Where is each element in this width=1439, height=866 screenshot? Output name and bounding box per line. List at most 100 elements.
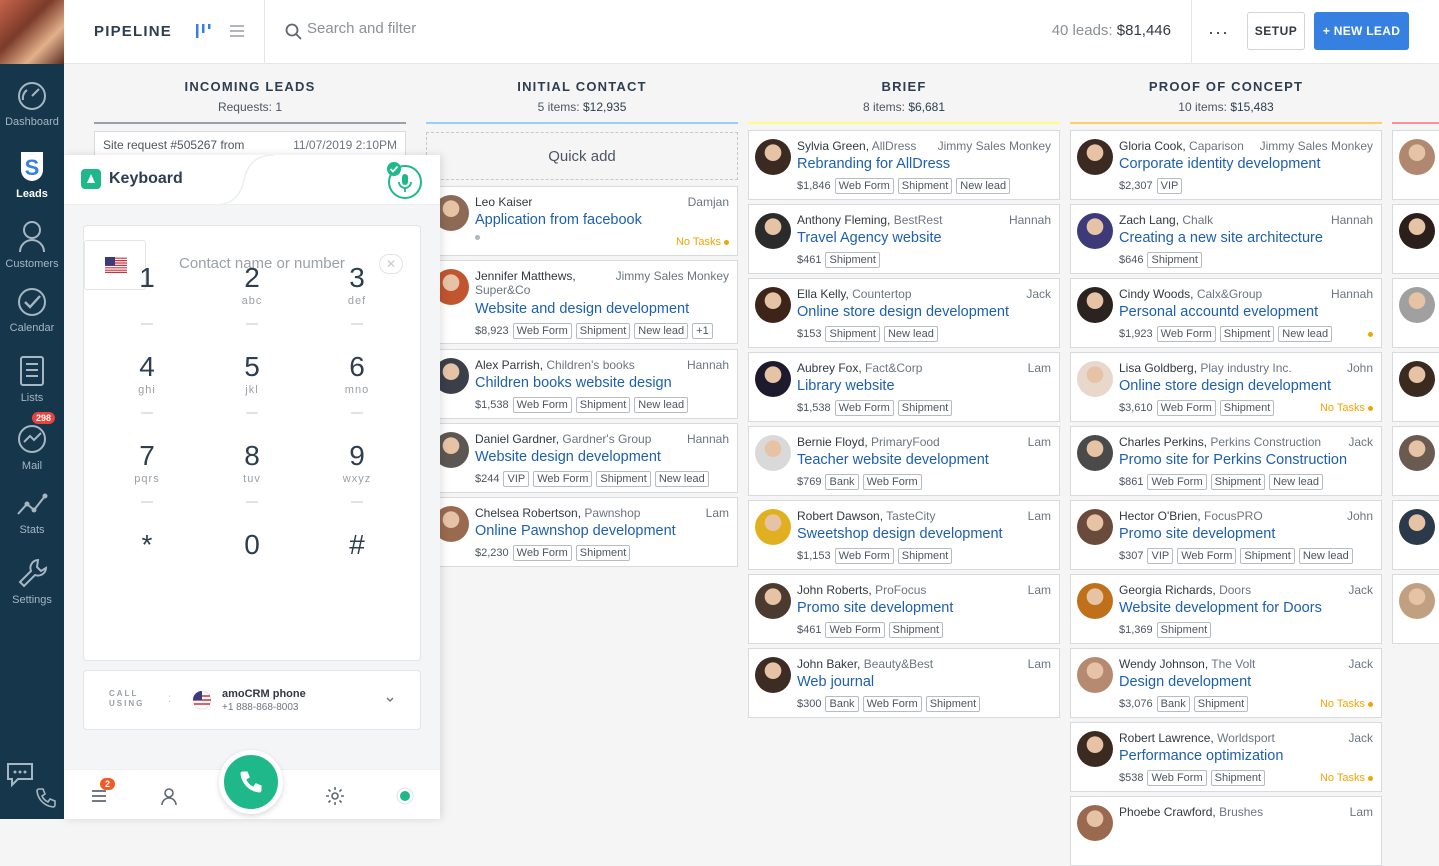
call-button[interactable]: [219, 750, 283, 814]
lead-title-link[interactable]: Library website: [797, 378, 895, 394]
tag[interactable]: Shipment: [1219, 326, 1275, 342]
lead-card[interactable]: Leo Kaiser Damjan Application from facebo…: [426, 186, 738, 256]
lead-card[interactable]: Alex Parrish, Children's books Hannah Chil…: [426, 349, 738, 419]
tag[interactable]: Shipment: [888, 622, 944, 638]
lead-card[interactable]: Georgia Richards, Doors Jack Website devel…: [1070, 574, 1382, 644]
lead-card[interactable]: Hector O'Brien, FocusPRO John Promo site d…: [1070, 500, 1382, 570]
dial-key[interactable]: 1: [107, 263, 187, 325]
lead-title-link[interactable]: Creating a new site architecture: [1119, 230, 1323, 246]
lead-title-link[interactable]: Rebranding for AllDress: [797, 156, 950, 172]
tag[interactable]: New lead: [654, 471, 709, 487]
user-avatar[interactable]: [0, 0, 64, 64]
tag[interactable]: Web Form: [512, 323, 572, 339]
tag[interactable]: Shipment: [1193, 696, 1249, 712]
tag[interactable]: Bank: [825, 696, 859, 712]
lead-card[interactable]: Daniel Gardner, Gardner's Group Hannah Web…: [426, 423, 738, 493]
tag[interactable]: Web Form: [533, 471, 593, 487]
chat-icon[interactable]: [4, 760, 36, 788]
lead-card[interactable]: John Baker, Beauty&Best Lam Web journal $30…: [748, 648, 1060, 718]
tag[interactable]: New lead: [956, 178, 1011, 194]
lead-card[interactable]: Robert Lawrence, Worldsport Jack Performan…: [1070, 722, 1382, 792]
lead-title-link[interactable]: Web journal: [797, 674, 874, 690]
lead-card[interactable]: [1392, 352, 1439, 422]
tag[interactable]: Web Form: [512, 545, 572, 561]
lead-card[interactable]: [1392, 574, 1439, 644]
tag[interactable]: Web Form: [1147, 474, 1207, 490]
dial-key[interactable]: 3 def: [317, 263, 397, 325]
phone-icon[interactable]: [34, 786, 58, 810]
tag[interactable]: VIP: [503, 471, 530, 487]
lead-title-link[interactable]: Online store design development: [1119, 378, 1331, 394]
tag[interactable]: Shipment: [1147, 252, 1202, 268]
lead-title-link[interactable]: Performance optimization: [1119, 748, 1283, 764]
dial-key[interactable]: 4 ghi: [107, 352, 187, 414]
lead-title-link[interactable]: Website design development: [475, 449, 661, 465]
tag[interactable]: Web Form: [1156, 400, 1216, 416]
lead-card[interactable]: [1392, 500, 1439, 570]
lead-title-link[interactable]: Personal accountd evelopment: [1119, 304, 1318, 320]
lead-card[interactable]: Lisa Goldberg, Play industry Inc. John Onl…: [1070, 352, 1382, 422]
gear-icon[interactable]: [325, 786, 345, 806]
lead-card[interactable]: [1392, 130, 1439, 200]
tag[interactable]: Bank: [825, 474, 859, 490]
setup-button[interactable]: SETUP: [1247, 12, 1305, 50]
lead-title-link[interactable]: Children books website design: [475, 375, 672, 391]
lead-title-link[interactable]: Travel Agency website: [797, 230, 942, 246]
new-lead-button[interactable]: + NEW LEAD: [1314, 12, 1409, 50]
tag[interactable]: Shipment: [1210, 770, 1266, 786]
lead-card[interactable]: Anthony Fleming, BestRest Hannah Travel Ag…: [748, 204, 1060, 274]
tag[interactable]: New lead: [1269, 474, 1323, 490]
tag[interactable]: VIP: [1156, 178, 1183, 194]
tag[interactable]: Shipment: [1240, 548, 1295, 564]
sidebar-item-dashboard[interactable]: Dashboard: [0, 80, 64, 146]
tag[interactable]: New lead: [634, 397, 689, 413]
lead-title-link[interactable]: Teacher website development: [797, 452, 989, 468]
tag[interactable]: New lead: [883, 326, 938, 342]
lead-title-link[interactable]: Website and design development: [475, 301, 689, 317]
tag[interactable]: Bank: [1156, 696, 1190, 712]
lead-title-link[interactable]: Online Pawnshop development: [475, 523, 676, 539]
tag[interactable]: Shipment: [596, 471, 651, 487]
status-online-icon[interactable]: [396, 787, 414, 805]
lead-card[interactable]: Chelsea Robertson, Pawnshop Lam Online Paw…: [426, 497, 738, 567]
tag[interactable]: Web Form: [1177, 548, 1237, 564]
lead-card[interactable]: Jennifer Matthews, Super&Co Jimmy Sales M…: [426, 260, 738, 344]
sidebar-item-lists[interactable]: Lists: [0, 354, 64, 420]
tag[interactable]: New lead: [1298, 548, 1353, 564]
lead-title-link[interactable]: Promo site development: [1119, 526, 1275, 542]
lead-card[interactable]: Cindy Woods, Calx&Group Hannah Personal ac…: [1070, 278, 1382, 348]
tag[interactable]: Shipment: [925, 696, 981, 712]
sidebar-item-mail[interactable]: 298 Mail: [0, 412, 64, 488]
lead-card[interactable]: John Roberts, ProFocus Lam Promo site deve…: [748, 574, 1060, 644]
quick-add-button[interactable]: Quick add: [426, 132, 738, 180]
tag[interactable]: Web Form: [862, 696, 922, 712]
tag[interactable]: Shipment: [575, 545, 631, 561]
lead-card[interactable]: [1392, 278, 1439, 348]
sidebar-item-leads[interactable]: S Leads: [0, 148, 64, 214]
tag[interactable]: Shipment: [825, 252, 880, 268]
search-input[interactable]: [307, 20, 1007, 37]
tag[interactable]: Shipment: [897, 400, 953, 416]
tag[interactable]: Web Form: [825, 622, 885, 638]
tag[interactable]: Shipment: [1210, 474, 1266, 490]
lead-title-link[interactable]: Online store design development: [797, 304, 1009, 320]
lead-card[interactable]: Aubrey Fox, Fact&Corp Lam Library website $…: [748, 352, 1060, 422]
tag[interactable]: Shipment: [897, 178, 953, 194]
lead-title-link[interactable]: Design development: [1119, 674, 1251, 690]
tag[interactable]: New lead: [634, 323, 689, 339]
dial-key[interactable]: 7 pqrs: [107, 441, 187, 503]
dial-key[interactable]: 0: [212, 530, 292, 574]
tag[interactable]: VIP: [1147, 548, 1174, 564]
sidebar-item-stats[interactable]: Stats: [0, 488, 64, 554]
lead-title-link[interactable]: Sweetshop design development: [797, 526, 1003, 542]
tag[interactable]: Web Form: [862, 474, 922, 490]
tag[interactable]: Shipment: [825, 326, 880, 342]
lead-card[interactable]: Wendy Johnson, The Volt Jack Design develo…: [1070, 648, 1382, 718]
tag[interactable]: Web Form: [1156, 326, 1216, 342]
lead-title-link[interactable]: Website development for Doors: [1119, 600, 1322, 616]
sidebar-item-customers[interactable]: Customers: [0, 218, 64, 284]
tag[interactable]: Web Form: [1147, 770, 1207, 786]
tag[interactable]: New lead: [1278, 326, 1333, 342]
tag[interactable]: Shipment: [897, 548, 953, 564]
lead-title-link[interactable]: Corporate identity development: [1119, 156, 1321, 172]
